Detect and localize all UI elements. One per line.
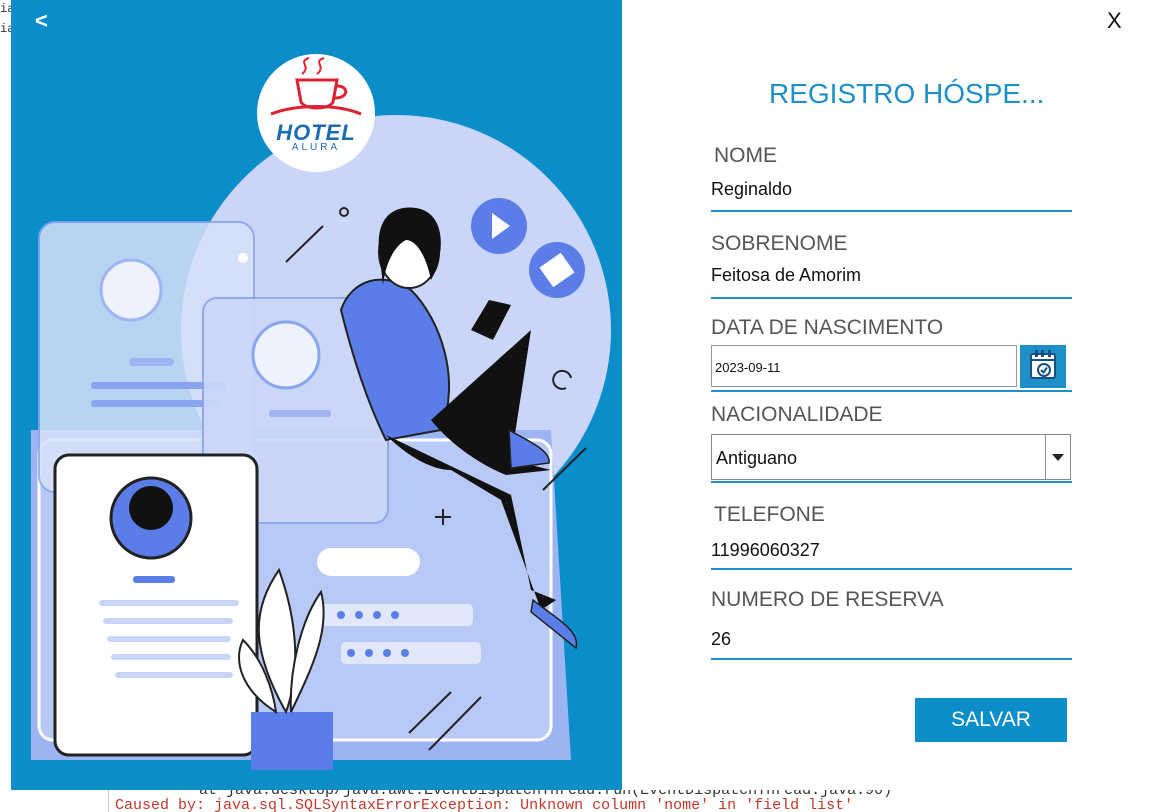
nacionalidade-label: NACIONALIDADE (711, 403, 883, 426)
telefone-field[interactable]: 11996060327 (711, 540, 820, 561)
numero-reserva-underline (711, 658, 1072, 660)
calendar-button[interactable] (1020, 345, 1066, 388)
data-nascimento-label: DATA DE NASCIMENTO (711, 316, 944, 339)
chevron-down-icon[interactable] (1045, 435, 1070, 479)
guest-registration-window: < HOTEL ALURA X REGISTRO HÓSPE... NOME R… (11, 0, 1167, 790)
coffee-cup-icon (270, 57, 362, 116)
telefone-label: TELEFONE (714, 503, 825, 526)
sobrenome-underline (711, 297, 1072, 299)
logo-alura-text: ALURA (291, 142, 341, 153)
close-button[interactable]: X (1107, 8, 1122, 34)
nome-underline (711, 210, 1072, 212)
sobrenome-field[interactable]: Feitosa de Amorim (711, 265, 861, 286)
back-button[interactable]: < (35, 8, 48, 34)
data-nascimento-underline (711, 390, 1072, 392)
ide-console: at java.desktop/java.awt.EventDispatchTh… (108, 790, 1167, 812)
nacionalidade-value: Antiguano (716, 448, 798, 468)
numero-reserva-label: NUMERO DE RESERVA (711, 588, 944, 611)
numero-reserva-field[interactable]: 26 (711, 629, 731, 650)
nome-field[interactable]: Reginaldo (711, 179, 792, 200)
data-nascimento-value: 2023-09-11 (715, 360, 781, 375)
data-nascimento-field[interactable]: 2023-09-11 (711, 345, 1017, 387)
illustration-panel: < HOTEL ALURA (11, 0, 622, 790)
nacionalidade-underline (711, 481, 1072, 483)
telefone-underline (711, 568, 1072, 570)
console-error-line: Caused by: java.sql.SQLSyntaxErrorExcept… (115, 797, 854, 812)
page-title: REGISTRO HÓSPE... (769, 78, 1045, 109)
sobrenome-label: SOBRENOME (711, 232, 848, 255)
hotel-logo: HOTEL ALURA (257, 54, 375, 172)
nacionalidade-select[interactable]: Antiguano (711, 434, 1071, 480)
calendar-icon (1030, 350, 1056, 379)
nome-label: NOME (714, 144, 777, 167)
save-button[interactable]: SALVAR (915, 698, 1067, 742)
